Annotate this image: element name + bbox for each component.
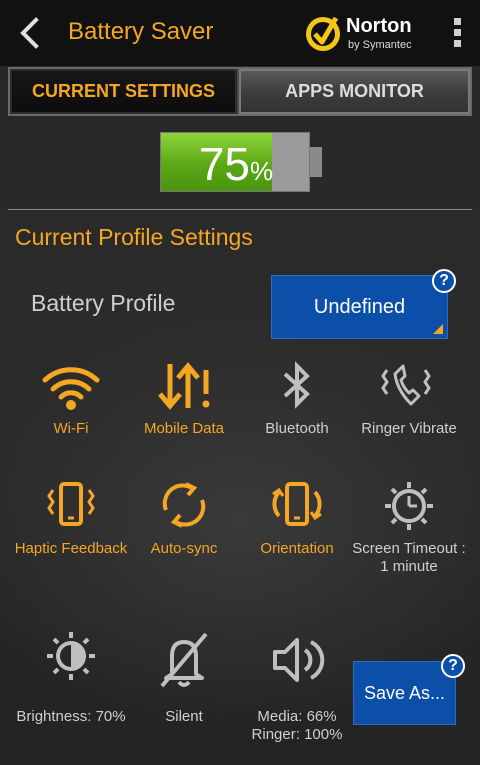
battery-profile-label: Battery Profile (31, 290, 176, 316)
save-help-icon[interactable]: ? (441, 654, 465, 678)
battery-indicator: 75% (160, 132, 324, 192)
brightness-setting[interactable]: Brightness: 70% (14, 630, 128, 726)
tab-bar: CURRENT SETTINGS APPS MONITOR (8, 67, 472, 116)
mobile-data-toggle[interactable]: Mobile Data (127, 360, 241, 438)
silent-icon (160, 632, 208, 688)
battery-profile-dropdown[interactable]: Undefined (271, 275, 448, 339)
volume-setting[interactable]: Media: 66% Ringer: 100% (240, 630, 354, 744)
wifi-icon (42, 367, 100, 410)
menu-dot-icon (453, 40, 461, 47)
wifi-toggle[interactable]: Wi-Fi (14, 360, 128, 438)
brightness-icon (47, 632, 95, 680)
volume-icon (273, 638, 325, 682)
back-arrow-icon (20, 17, 39, 49)
volume-label: Media: 66% Ringer: 100% (251, 708, 343, 743)
screen-timeout-setting[interactable]: Screen Timeout : 1 minute (352, 480, 466, 576)
menu-dot-icon (453, 29, 461, 36)
norton-check-icon (306, 16, 340, 51)
battery-profile-value: Undefined (313, 295, 406, 318)
battery-percent-unit: % (250, 156, 274, 186)
profile-help-icon[interactable]: ? (432, 269, 456, 293)
bluetooth-toggle[interactable]: Bluetooth (240, 360, 354, 438)
mobile-data-label: Mobile Data (143, 420, 225, 437)
bluetooth-icon (283, 361, 310, 409)
brand-subtitle: by Symantec (348, 39, 412, 51)
battery-percent-value: 75 (198, 138, 251, 190)
auto-sync-label: Auto-sync (150, 540, 218, 557)
ringer-vibrate-icon (381, 364, 431, 406)
mobile-data-icon (158, 362, 210, 410)
orientation-label: Orientation (260, 540, 334, 557)
tab-apps-monitor[interactable]: APPS MONITOR (239, 69, 470, 114)
bluetooth-label: Bluetooth (265, 420, 329, 437)
battery-body: 75% (160, 132, 310, 192)
dropdown-corner-icon (433, 324, 443, 334)
silent-toggle[interactable]: Silent (127, 630, 241, 726)
overflow-menu-button[interactable] (450, 18, 464, 50)
orientation-icon (272, 482, 322, 526)
silent-label: Silent (165, 708, 203, 725)
haptic-feedback-label: Haptic Feedback (14, 540, 128, 557)
ringer-vibrate-label: Ringer Vibrate (361, 420, 457, 437)
wifi-label: Wi-Fi (53, 420, 89, 437)
section-title: Current Profile Settings (15, 224, 253, 250)
orientation-toggle[interactable]: Orientation (240, 480, 354, 558)
brand-name: Norton (346, 15, 412, 37)
back-button[interactable] (16, 16, 46, 50)
auto-sync-icon (162, 482, 206, 528)
tab-current-settings[interactable]: CURRENT SETTINGS (10, 69, 239, 114)
save-as-button[interactable]: Save As... (353, 661, 456, 725)
page-title: Battery Saver (68, 18, 214, 45)
haptic-feedback-toggle[interactable]: Haptic Feedback (14, 480, 128, 558)
brightness-label: Brightness: 70% (16, 708, 126, 725)
screen-timeout-icon (385, 482, 433, 530)
haptic-feedback-icon (47, 482, 95, 526)
app-header: Battery Saver Norton by Symantec (0, 0, 480, 66)
divider (8, 209, 472, 210)
screen-timeout-label: Screen Timeout : 1 minute (352, 540, 466, 575)
menu-dot-icon (453, 18, 461, 25)
norton-logo: Norton by Symantec (302, 12, 426, 56)
battery-level: 75% (161, 137, 311, 191)
auto-sync-toggle[interactable]: Auto-sync (127, 480, 241, 558)
ringer-vibrate-toggle[interactable]: Ringer Vibrate (352, 360, 466, 438)
battery-tip (310, 147, 322, 177)
